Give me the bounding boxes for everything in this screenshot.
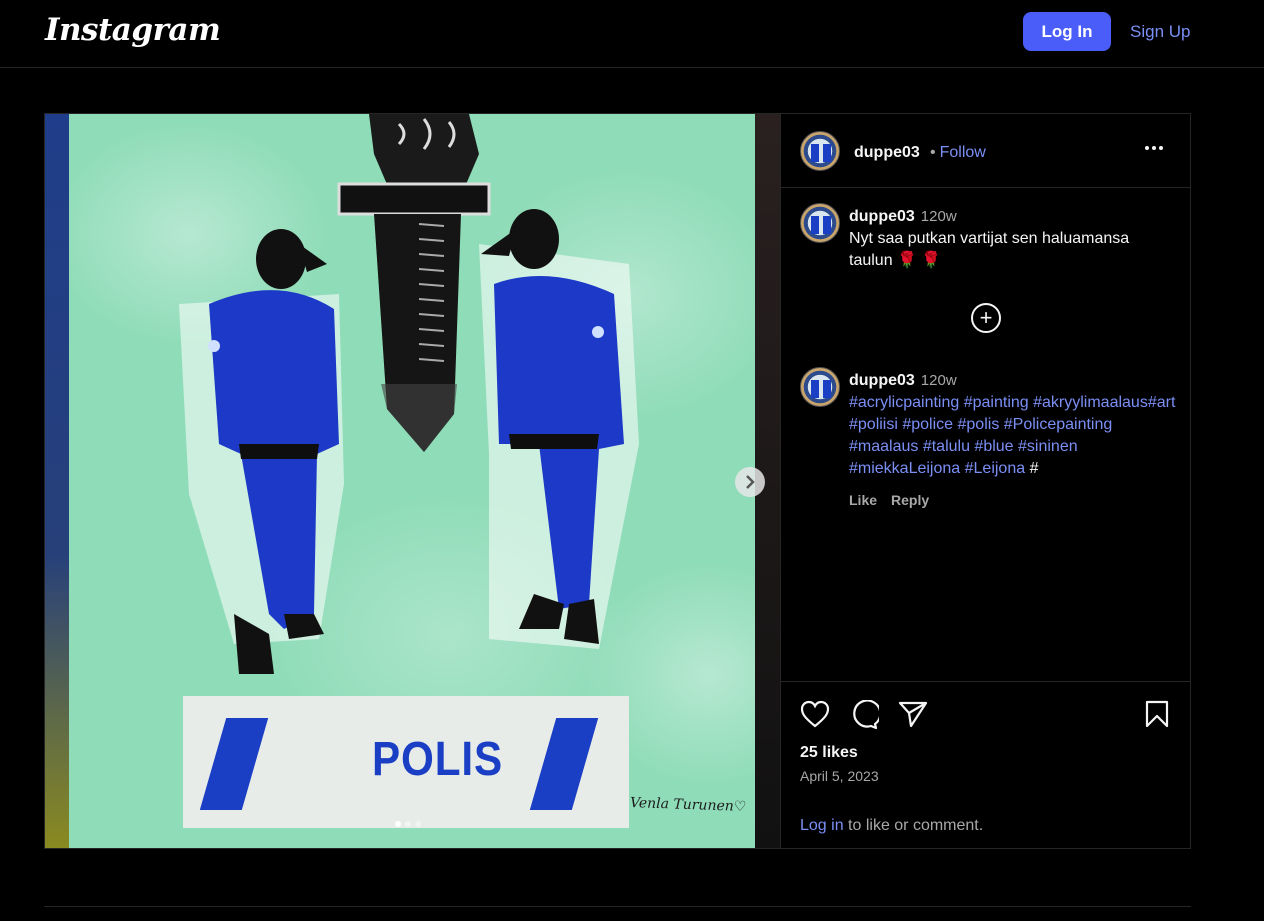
hashtag-list[interactable]: #acrylicpainting #painting #akryylimaala…: [849, 394, 1175, 477]
more-icon-dot: [1159, 146, 1163, 150]
comment-avatar[interactable]: [800, 367, 840, 407]
like-count[interactable]: 25 likes: [800, 744, 858, 762]
author-username[interactable]: duppe03: [854, 144, 920, 162]
bookmark-icon[interactable]: [1145, 700, 1169, 728]
more-icon-dot: [1152, 146, 1156, 150]
follow-link[interactable]: • Follow: [930, 144, 986, 162]
hashtag-trailing: #: [1025, 460, 1039, 477]
separator-dot: •: [930, 144, 936, 161]
police-tape: POLIS: [183, 696, 629, 828]
load-more-comments-button[interactable]: +: [971, 303, 1001, 333]
plus-circle-icon: +: [979, 305, 993, 330]
caption-time[interactable]: 120w: [921, 208, 957, 225]
comment-time[interactable]: 120w: [921, 372, 957, 389]
reply-comment-button[interactable]: Reply: [891, 489, 929, 511]
log-in-button[interactable]: Log In: [1023, 12, 1111, 51]
tape-stripe-right: [529, 718, 599, 810]
caption-avatar[interactable]: [800, 203, 840, 243]
heart-icon[interactable]: [800, 700, 830, 728]
tape-stripe-left: [199, 718, 269, 810]
comment-username[interactable]: duppe03: [849, 372, 915, 389]
comment-icon[interactable]: [849, 700, 879, 730]
login-prompt-text: to like or comment.: [843, 817, 984, 834]
like-comment-button[interactable]: Like: [849, 489, 877, 511]
instagram-logo[interactable]: Instagram: [45, 12, 221, 48]
send-icon[interactable]: [898, 700, 928, 728]
next-slide-button[interactable]: [735, 467, 765, 497]
post-container: POLIS Venla Turunen♡ duppe03 • Follow dup…: [44, 113, 1191, 849]
post-header: duppe03 • Follow: [781, 114, 1191, 188]
comment-item: duppe03 120w #acrylicpainting #painting #…: [849, 370, 1179, 511]
top-bar: Instagram Log In Sign Up: [0, 0, 1264, 68]
carousel-dot: [395, 821, 401, 827]
login-prompt: Log in to like or comment.: [800, 817, 983, 835]
comment-hashtags[interactable]: #acrylicpainting #painting #akryylimaala…: [849, 392, 1179, 480]
post-footer: 25 likes April 5, 2023 Log in to like or…: [781, 681, 1191, 848]
carousel-dots: [395, 821, 421, 827]
background-strip-left: [45, 114, 69, 848]
follow-label: Follow: [939, 144, 986, 161]
comment-actions: Like Reply: [849, 489, 1179, 511]
more-icon: [1145, 146, 1149, 150]
page-divider: [44, 906, 1191, 907]
sign-up-link[interactable]: Sign Up: [1130, 22, 1190, 42]
author-avatar[interactable]: [800, 131, 840, 171]
log-in-link[interactable]: Log in: [800, 817, 844, 834]
carousel-dot: [415, 821, 421, 827]
post-caption: duppe03 120w Nyt saa putkan vartijat sen …: [849, 206, 1169, 272]
caption-text: Nyt saa putkan vartijat sen haluamansa t…: [849, 230, 1130, 269]
chevron-right-icon: [746, 475, 755, 489]
carousel-dot: [405, 821, 411, 827]
polis-text: POLIS: [371, 733, 504, 786]
post-date: April 5, 2023: [800, 768, 879, 784]
caption-username[interactable]: duppe03: [849, 208, 915, 225]
post-side-panel: duppe03 • Follow duppe03 120w Nyt saa putk…: [780, 114, 1191, 848]
post-media[interactable]: POLIS Venla Turunen♡: [45, 114, 780, 848]
more-options-button[interactable]: [1145, 146, 1163, 150]
